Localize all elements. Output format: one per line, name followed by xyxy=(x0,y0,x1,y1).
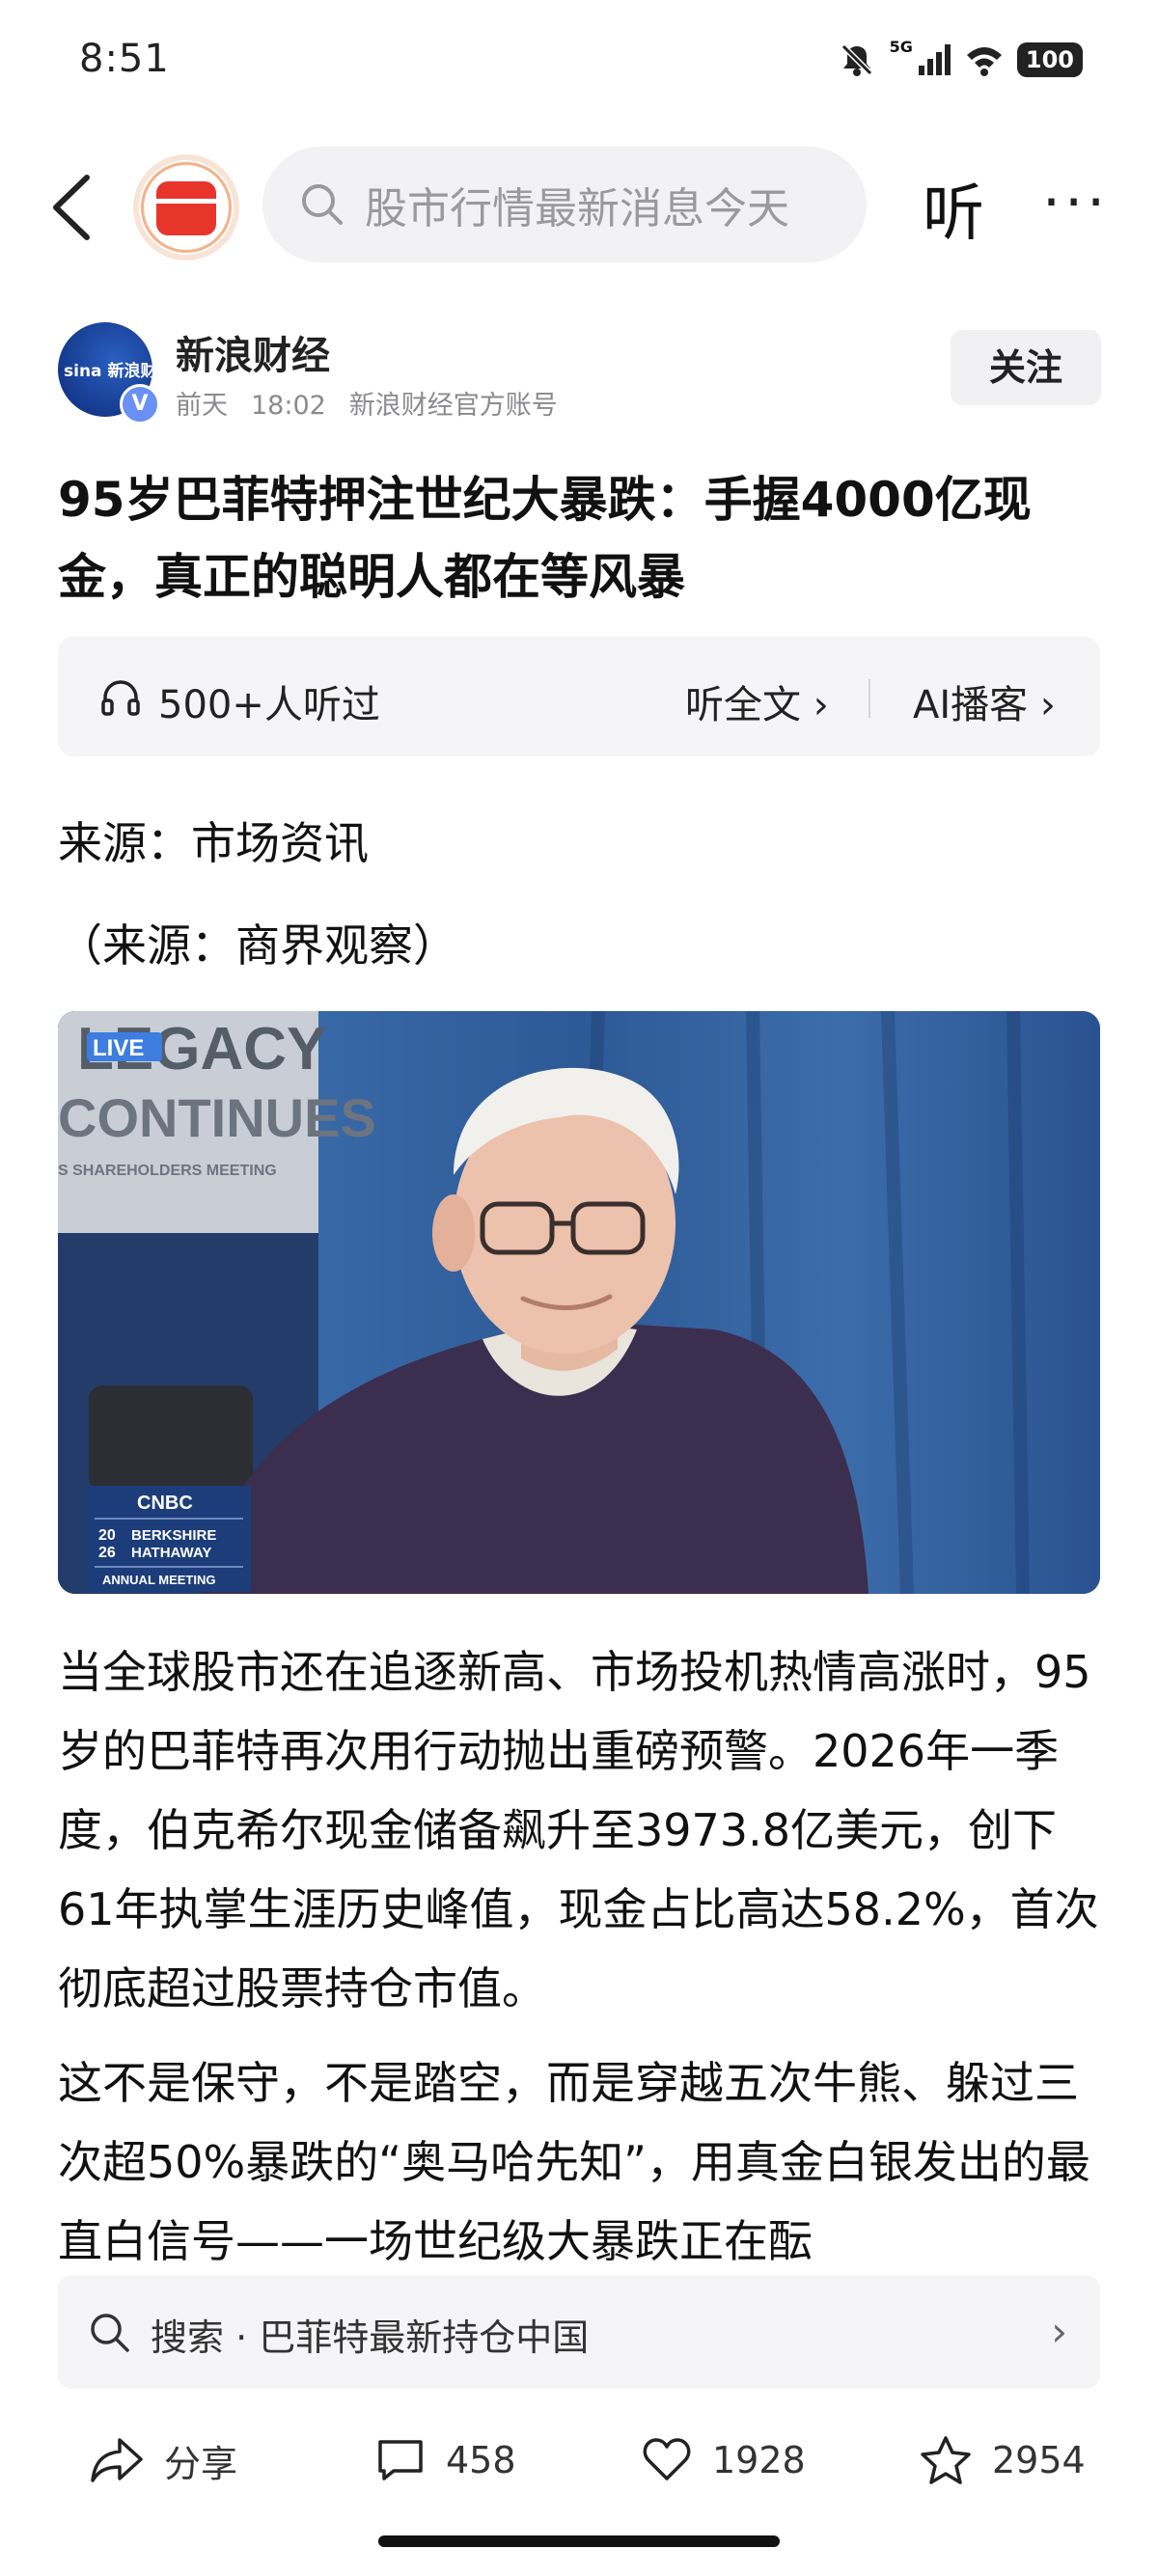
verified-badge-icon: V xyxy=(120,384,160,425)
comment-count: 458 xyxy=(446,2439,516,2481)
year-top: 20 xyxy=(98,1527,116,1544)
home-indicator[interactable] xyxy=(378,2535,780,2547)
battery-indicator: 100 xyxy=(1016,42,1083,77)
mute-icon xyxy=(841,43,872,76)
search-bar[interactable]: 股市行情最新消息今天 xyxy=(262,147,867,262)
search-query: 巴菲特最新持仓中国 xyxy=(259,2316,590,2359)
follow-button[interactable]: 关注 xyxy=(951,330,1101,405)
comment-button[interactable]: 458 xyxy=(374,2422,516,2499)
article-title: 95岁巴菲特押注世纪大暴跌：手握4000亿现金，真正的聪明人都在等风暴 xyxy=(58,472,1032,605)
listen-full-text-button[interactable]: 听全文 › xyxy=(685,673,829,729)
favorite-count: 2954 xyxy=(992,2439,1086,2481)
search-separator: · xyxy=(235,2316,248,2359)
heart-icon xyxy=(643,2438,691,2480)
divider xyxy=(868,679,870,718)
listen-bar: 500+人听过 听全文 › AI播客 › xyxy=(58,637,1100,756)
buffett-interview-illustration: LEGACY CONTINUES S SHAREHOLDERS MEETING … xyxy=(58,1011,1100,1594)
author-meta: 前天 18:02 新浪财经官方账号 xyxy=(176,384,581,422)
event-name: ANNUAL MEETING xyxy=(102,1573,215,1587)
cnbc-logo: CNBC xyxy=(137,1493,193,1514)
account-type: 新浪财经官方账号 xyxy=(348,391,558,421)
year-bottom: 26 xyxy=(98,1545,116,1561)
share-icon xyxy=(91,2438,143,2482)
chevron-right-icon: › xyxy=(1051,2308,1067,2355)
network-type: 5G xyxy=(889,37,913,56)
source-line-secondary: （来源：商界观察） xyxy=(58,919,457,972)
favorite-button[interactable]: 2954 xyxy=(919,2422,1086,2499)
bottom-action-bar: 分享 458 1928 2954 xyxy=(0,2422,1158,2499)
article-paragraph-2: 这不是保守，不是踏空，而是穿越五次牛熊、躲过三次超50%暴跌的“奥马哈先知”，用… xyxy=(58,2057,1090,2267)
company-line1: BERKSHIRE xyxy=(131,1527,216,1544)
signal-icon xyxy=(918,44,951,75)
more-options-button[interactable]: ··· xyxy=(1042,174,1109,232)
status-time: 8:51 xyxy=(79,37,170,81)
search-icon xyxy=(302,184,343,225)
red-envelope-icon xyxy=(156,181,216,235)
share-button[interactable]: 分享 xyxy=(89,2422,237,2499)
company-line2: HATHAWAY xyxy=(131,1545,211,1561)
source-line: 来源：市场资讯 xyxy=(58,817,369,869)
headphones-icon xyxy=(101,680,140,716)
ai-podcast-button[interactable]: AI播客 › xyxy=(913,673,1056,729)
like-button[interactable]: 1928 xyxy=(641,2422,806,2499)
article-photo[interactable]: LEGACY CONTINUES S SHAREHOLDERS MEETING … xyxy=(58,1011,1100,1594)
listen-count: 500+人听过 xyxy=(158,683,380,727)
banner-continues: CONTINUES xyxy=(58,1087,376,1148)
article-paragraph-1: 当全球股市还在追逐新高、市场投机热情高涨时，95岁的巴菲特再次用行动抛出重磅预警… xyxy=(58,1646,1099,2014)
comment-icon xyxy=(378,2440,423,2480)
listen-button[interactable]: 听 xyxy=(923,164,984,253)
post-time: 18:02 xyxy=(251,391,326,421)
avatar-logo-text: sina 新浪财经 xyxy=(64,362,152,381)
related-search-text: 搜索 · 巴菲特最新持仓中国 xyxy=(151,2308,589,2361)
search-label: 搜索 xyxy=(151,2316,225,2359)
banner-small: S SHAREHOLDERS MEETING xyxy=(58,1163,277,1179)
app-logo[interactable] xyxy=(133,154,239,260)
live-badge: LIVE xyxy=(93,1035,144,1061)
post-date: 前天 xyxy=(176,391,228,421)
share-label: 分享 xyxy=(164,2442,238,2485)
author-name[interactable]: 新浪财经 xyxy=(176,324,330,380)
related-search-bar[interactable]: 搜索 · 巴菲特最新持仓中国 › xyxy=(58,2275,1100,2389)
back-arrow-icon[interactable] xyxy=(50,174,93,241)
like-count: 1928 xyxy=(712,2439,806,2481)
wifi-icon xyxy=(966,47,1002,76)
star-icon xyxy=(921,2436,971,2484)
status-icons: 5G 100 xyxy=(838,37,1083,79)
search-placeholder: 股市行情最新消息今天 xyxy=(365,184,789,233)
search-icon xyxy=(91,2314,129,2352)
